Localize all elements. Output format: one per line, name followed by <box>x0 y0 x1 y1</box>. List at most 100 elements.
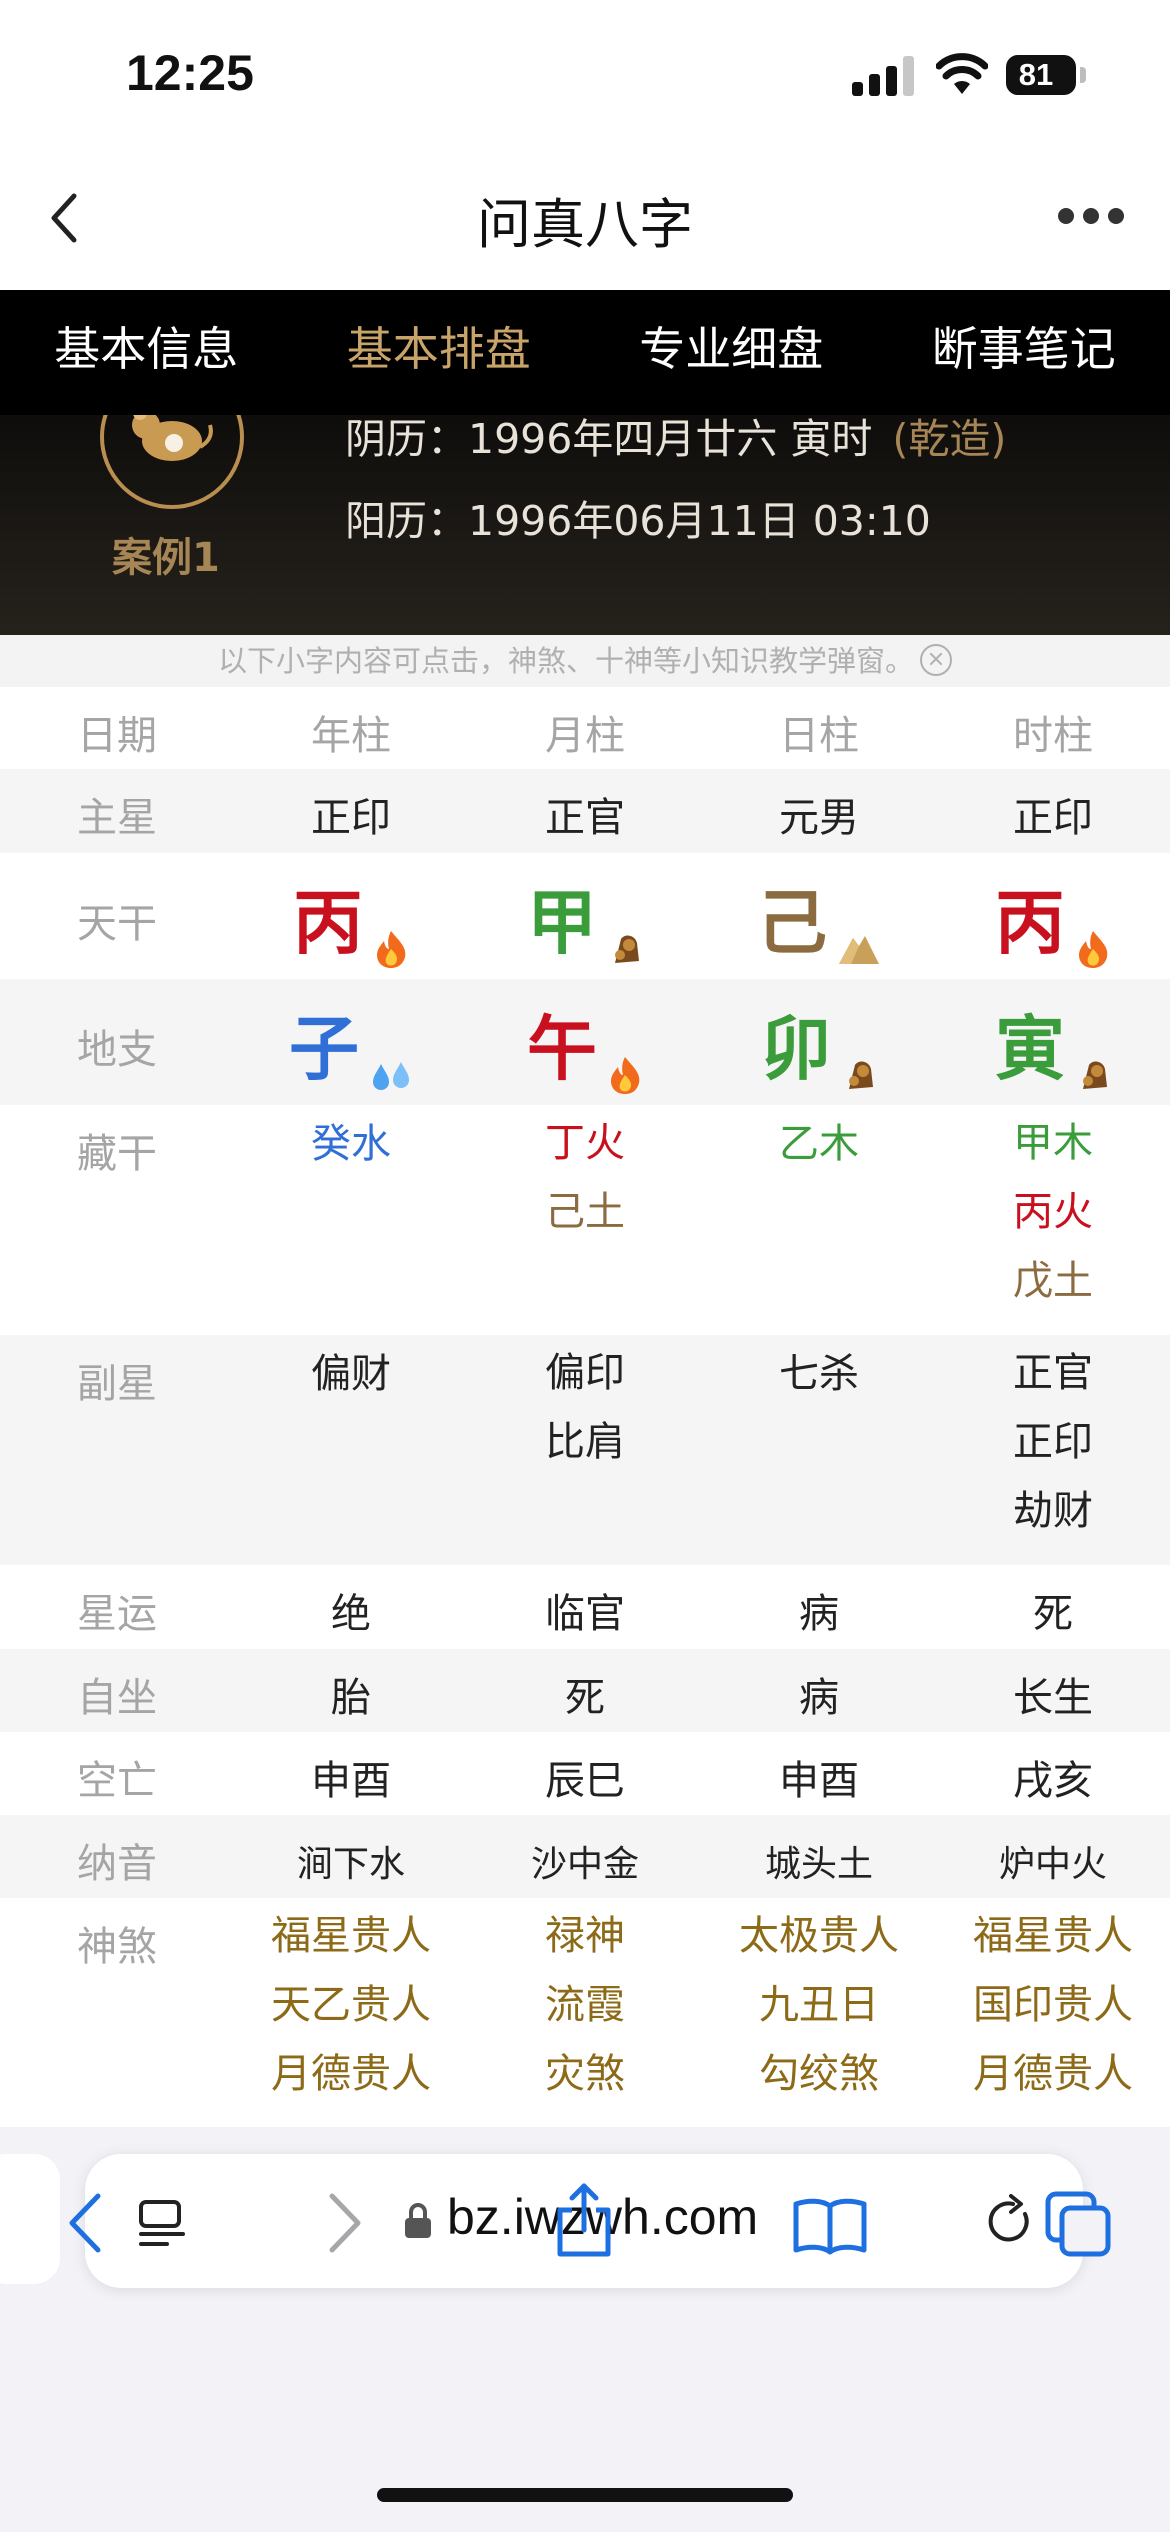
bookmarks-icon[interactable] <box>792 2196 868 2256</box>
close-tip-icon[interactable] <box>920 644 952 676</box>
shensha-item[interactable]: 流霞 <box>468 1971 702 2040</box>
previous-tab-preview[interactable] <box>0 2154 60 2284</box>
shensha-item[interactable]: 福星贵人 <box>936 1902 1170 1971</box>
tab-notes[interactable]: 断事笔记 <box>878 290 1170 415</box>
sub-star-day[interactable]: 七杀 <box>702 1351 936 1397</box>
more-options-icon[interactable] <box>1058 208 1124 228</box>
nayin-hour[interactable]: 炉中火 <box>936 1835 1170 1887</box>
col-hour-pillar: 时柱 <box>1013 713 1093 759</box>
shensha-hour: 福星贵人 国印贵人 月德贵人 <box>936 1902 1170 2109</box>
heavenly-stem-day-cell[interactable]: 己 <box>702 867 936 968</box>
nayin-month[interactable]: 沙中金 <box>468 1835 702 1887</box>
row-label-heavenly-stem: 天干 <box>77 901 157 947</box>
hidden-stem-item: 丁火 <box>545 1120 625 1166</box>
page-menu-icon[interactable] <box>137 2198 187 2250</box>
star-luck-hour[interactable]: 死 <box>936 1581 1170 1639</box>
fire-icon <box>1079 930 1108 968</box>
earthly-branch-month-cell[interactable]: 午 <box>468 993 702 1094</box>
browser-back-icon[interactable] <box>62 2190 112 2256</box>
main-star-hour[interactable]: 正印 <box>936 785 1170 843</box>
earthly-branch-day-cell[interactable]: 卯 <box>702 993 936 1094</box>
earthly-branch-hour-cell[interactable]: 寅 <box>936 993 1170 1094</box>
shensha-row: 神煞 福星贵人 天乙贵人 月德贵人 禄神 流霞 灾煞 太极贵人 九丑日 勾绞煞 … <box>0 1898 1170 2128</box>
battery-level: 81 <box>1018 57 1054 92</box>
sub-star-item: 七杀 <box>779 1351 859 1397</box>
hidden-stem-item: 乙木 <box>779 1121 859 1167</box>
wood-icon <box>1083 1061 1107 1089</box>
self-sit-row: 自坐 胎 死 病 长生 <box>0 1649 1170 1732</box>
nayin-day[interactable]: 城头土 <box>702 1835 936 1887</box>
sub-star-hour[interactable]: 正官 正印 劫财 <box>936 1350 1170 1546</box>
self-sit-year[interactable]: 胎 <box>234 1665 468 1723</box>
sub-star-item: 比肩 <box>545 1419 625 1465</box>
earthly-branch-month: 午 <box>527 1008 597 1090</box>
hidden-stems-month[interactable]: 丁火 己土 <box>468 1120 702 1247</box>
shensha-item[interactable]: 月德贵人 <box>936 2040 1170 2109</box>
hidden-stems-year[interactable]: 癸水 <box>234 1121 468 1167</box>
tip-banner: 以下小字内容可点击，神煞、十神等小知识教学弹窗。 <box>0 635 1170 687</box>
row-label-shensha: 神煞 <box>77 1924 157 1970</box>
earthly-branch-row: 地支 子 午 卯 寅 <box>0 979 1170 1105</box>
sub-star-year[interactable]: 偏财 <box>234 1351 468 1397</box>
void-hour[interactable]: 戌亥 <box>936 1748 1170 1806</box>
sub-star-month[interactable]: 偏印 比肩 <box>468 1350 702 1477</box>
battery-tip <box>1080 67 1086 83</box>
heavenly-stem-hour-cell[interactable]: 丙 <box>936 867 1170 968</box>
shensha-item[interactable]: 灾煞 <box>468 2040 702 2109</box>
water-icon <box>373 1061 409 1090</box>
shensha-item[interactable]: 勾绞煞 <box>702 2040 936 2109</box>
rat-icon <box>132 415 213 461</box>
earthly-branch-year-cell[interactable]: 子 <box>234 993 468 1094</box>
hidden-stems-hour[interactable]: 甲木 丙火 戊土 <box>936 1120 1170 1316</box>
row-label-sub-star: 副星 <box>77 1361 157 1407</box>
star-luck-month[interactable]: 临官 <box>468 1581 702 1639</box>
heavenly-stem-year-cell[interactable]: 丙 <box>234 867 468 968</box>
tab-basic-chart[interactable]: 基本排盘 <box>293 290 586 415</box>
zodiac-rat-avatar[interactable] <box>100 415 244 509</box>
nav-bar: 问真八字 <box>0 150 1170 290</box>
tab-bar: 基本信息 基本排盘 专业细盘 断事笔记 <box>0 290 1170 415</box>
earthly-branch-day: 卯 <box>761 1008 831 1090</box>
case-label: 案例1 <box>112 535 220 581</box>
star-luck-year[interactable]: 绝 <box>234 1581 468 1639</box>
heavenly-stem-month-cell[interactable]: 甲 <box>468 867 702 968</box>
self-sit-day[interactable]: 病 <box>702 1665 936 1723</box>
browser-forward-icon[interactable] <box>318 2190 368 2256</box>
reload-icon[interactable] <box>985 2194 1037 2250</box>
shensha-item[interactable]: 九丑日 <box>702 1971 936 2040</box>
main-star-day[interactable]: 元男 <box>702 785 936 843</box>
void-row: 空亡 申酉 辰巳 申酉 戌亥 <box>0 1732 1170 1815</box>
hidden-stems-day[interactable]: 乙木 <box>702 1121 936 1167</box>
shensha-item[interactable]: 月德贵人 <box>234 2040 468 2109</box>
hidden-stem-item: 癸水 <box>311 1121 391 1167</box>
star-luck-row: 星运 绝 临官 病 死 <box>0 1565 1170 1649</box>
shensha-month: 禄神 流霞 灾煞 <box>468 1902 702 2109</box>
nayin-year[interactable]: 涧下水 <box>234 1835 468 1887</box>
self-sit-month[interactable]: 死 <box>468 1665 702 1723</box>
share-icon[interactable] <box>552 2180 616 2260</box>
star-luck-day[interactable]: 病 <box>702 1581 936 1639</box>
battery-icon: 81 <box>1006 55 1076 95</box>
main-star-year[interactable]: 正印 <box>234 785 468 843</box>
fire-icon <box>611 1056 640 1094</box>
shensha-item[interactable]: 天乙贵人 <box>234 1971 468 2040</box>
earth-icon <box>839 935 879 964</box>
tab-pro-chart[interactable]: 专业细盘 <box>585 290 878 415</box>
self-sit-hour[interactable]: 长生 <box>936 1665 1170 1723</box>
home-indicator[interactable] <box>377 2488 793 2502</box>
void-year[interactable]: 申酉 <box>234 1748 468 1806</box>
shensha-item[interactable]: 国印贵人 <box>936 1971 1170 2040</box>
heavenly-stem-month: 甲 <box>527 882 597 964</box>
shensha-item[interactable]: 福星贵人 <box>234 1902 468 1971</box>
shensha-item[interactable]: 太极贵人 <box>702 1902 936 1971</box>
gender-label: (乾造) <box>892 415 1007 463</box>
main-star-month[interactable]: 正官 <box>468 785 702 843</box>
row-label-hidden-stems: 藏干 <box>77 1131 157 1177</box>
tabs-icon[interactable] <box>1044 2190 1114 2260</box>
void-month[interactable]: 辰巳 <box>468 1748 702 1806</box>
row-label-void: 空亡 <box>77 1758 157 1804</box>
sub-star-item: 偏财 <box>311 1351 391 1397</box>
void-day[interactable]: 申酉 <box>702 1748 936 1806</box>
tab-basic-info[interactable]: 基本信息 <box>0 290 293 415</box>
shensha-item[interactable]: 禄神 <box>468 1902 702 1971</box>
